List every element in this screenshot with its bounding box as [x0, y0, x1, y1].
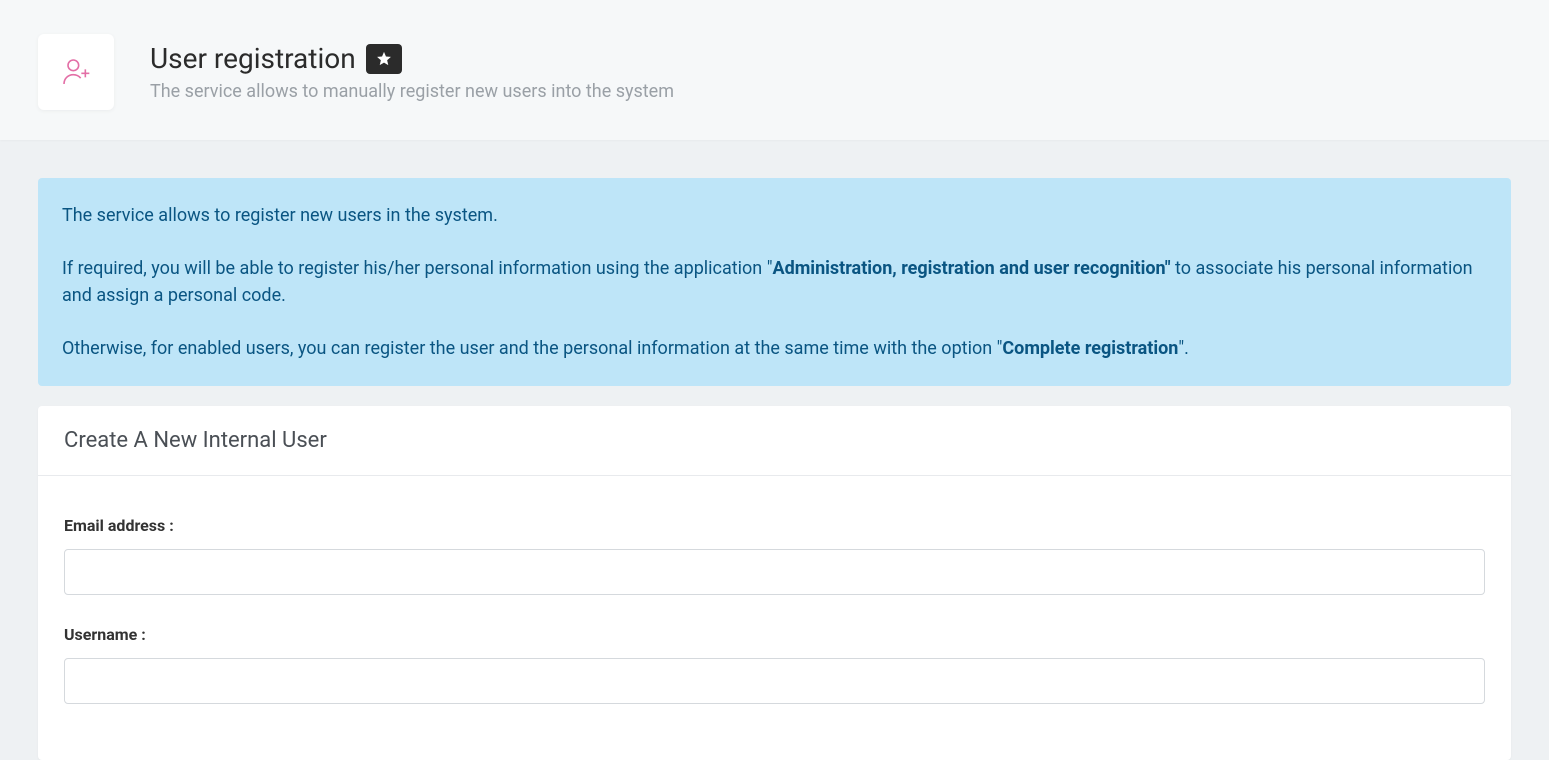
star-icon: [375, 50, 393, 68]
banner-line-2-prefix: If required, you will be able to registe…: [62, 258, 772, 279]
header-content: User registration The service allows to …: [38, 34, 1511, 110]
page-header: User registration The service allows to …: [0, 0, 1549, 140]
banner-line-2: If required, you will be able to registe…: [62, 255, 1487, 309]
card-body: Email address : Username :: [38, 476, 1511, 760]
email-form-group: Email address :: [64, 516, 1485, 595]
banner-line-3-prefix: Otherwise, for enabled users, you can re…: [62, 338, 1002, 359]
card-title: Create A New Internal User: [64, 428, 1485, 453]
banner-line-3-suffix: ".: [1178, 338, 1189, 359]
content-area: The service allows to register new users…: [0, 140, 1549, 760]
card-header: Create A New Internal User: [38, 406, 1511, 476]
email-field[interactable]: [64, 549, 1485, 595]
page-subtitle: The service allows to manually register …: [150, 81, 674, 102]
page-title: User registration: [150, 42, 356, 75]
banner-line-3: Otherwise, for enabled users, you can re…: [62, 335, 1487, 362]
username-field[interactable]: [64, 658, 1485, 704]
info-banner: The service allows to register new users…: [38, 178, 1511, 386]
email-label: Email address :: [64, 516, 1485, 535]
user-plus-icon: [60, 56, 92, 88]
banner-line-1: The service allows to register new users…: [62, 202, 1487, 229]
create-user-card: Create A New Internal User Email address…: [38, 406, 1511, 760]
title-row: User registration: [150, 42, 674, 75]
banner-line-3-bold: Complete registration: [1002, 338, 1178, 359]
page-icon-box: [38, 34, 114, 110]
title-block: User registration The service allows to …: [150, 42, 674, 102]
banner-line-2-bold: Administration, registration and user re…: [772, 258, 1170, 279]
favorite-button[interactable]: [366, 44, 402, 74]
username-label: Username :: [64, 625, 1485, 644]
username-form-group: Username :: [64, 625, 1485, 704]
